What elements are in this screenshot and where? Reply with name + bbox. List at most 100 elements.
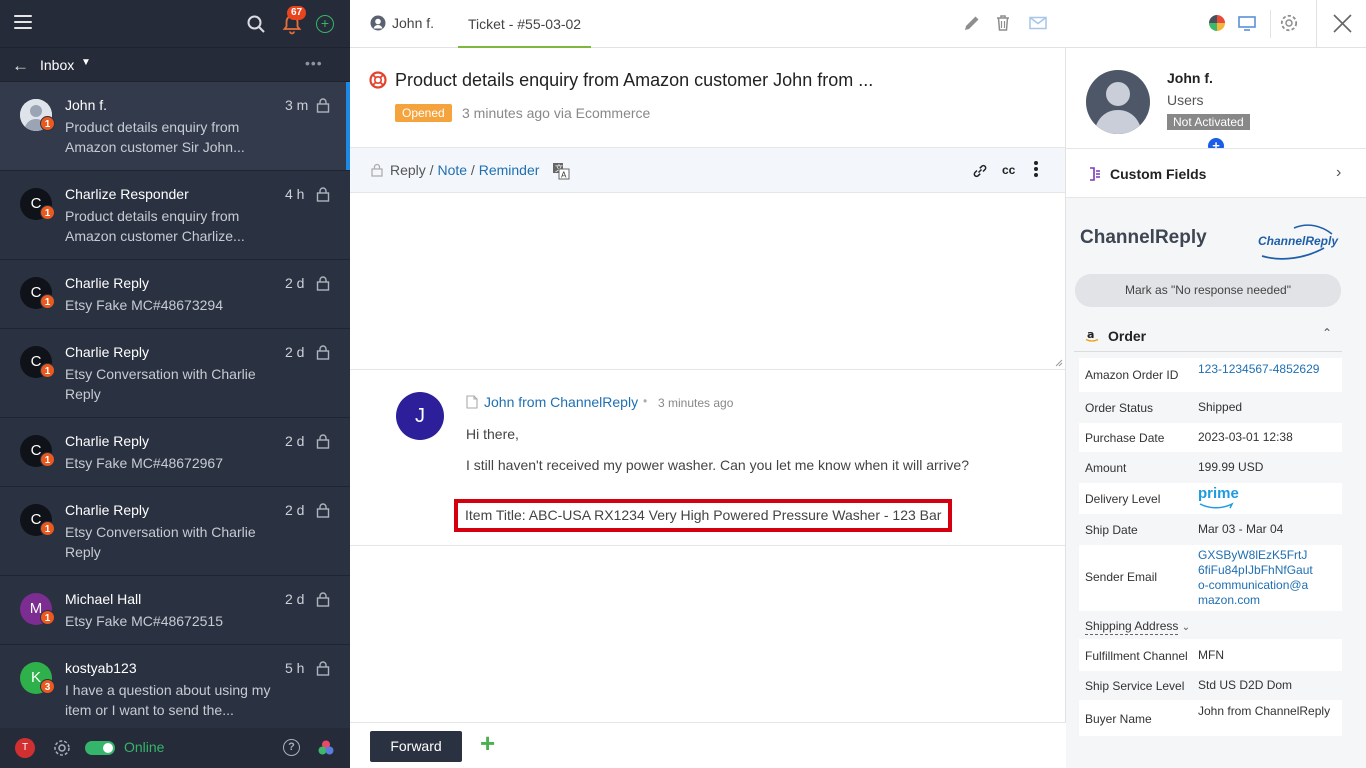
sender-email-link[interactable]: GXSByW8lEzK5FrtJ6fiFu84pIJbFhNfGauto-com… [1193, 545, 1342, 611]
order-section-header[interactable]: a Order ⌃ [1074, 316, 1342, 352]
tab-ticket[interactable]: Ticket - #55-03-02 [458, 0, 592, 48]
reply-editor[interactable] [350, 193, 1065, 370]
lock-icon[interactable] [316, 275, 330, 291]
resize-handle-icon[interactable] [1055, 359, 1063, 367]
mark-no-response-button[interactable]: Mark as "No response needed" [1075, 274, 1341, 307]
reminder-tab[interactable]: Reminder [479, 162, 540, 178]
conversation-item[interactable]: C 1 Charlie Reply 2 d Etsy Fake MC#48672… [0, 418, 350, 487]
conversation-preview: Product details enquiry from Amazon cust… [65, 119, 245, 155]
user-placeholder-icon [1086, 70, 1150, 134]
inbox-bar: ← Inbox ▼ ••• [0, 48, 350, 82]
separator: / [467, 162, 479, 178]
inbox-selector[interactable]: Inbox [40, 57, 74, 73]
lock-icon[interactable] [316, 186, 330, 202]
svg-text:a: a [1087, 328, 1094, 341]
customer-info-panel: John f. Users Not Activated + Custom Fie… [1066, 48, 1366, 768]
back-arrow-icon[interactable]: ← [12, 56, 29, 76]
user-name[interactable]: John f. [1167, 70, 1213, 86]
reply-toolbar: Reply / Note / Reminder 文A cc [350, 148, 1065, 193]
menu-icon[interactable] [14, 15, 32, 29]
lock-icon[interactable] [316, 591, 330, 607]
online-status-label: Online [124, 739, 165, 755]
conversation-sidebar: 67 + ← Inbox ▼ ••• 1 John f. 3 m Product… [0, 0, 350, 768]
conversation-item[interactable]: C 1 Charlie Reply 2 d Etsy Fake MC#48673… [0, 260, 350, 329]
row-key: Ship Service Level [1085, 679, 1185, 693]
lock-icon[interactable] [316, 344, 330, 360]
lifebuoy-icon [369, 71, 387, 89]
ticket-subtitle: 3 minutes ago via Ecommerce [462, 105, 651, 121]
channelreply-logo: ChannelReply [1254, 222, 1340, 262]
online-toggle[interactable] [85, 741, 115, 755]
tab-user[interactable]: John f. [370, 15, 434, 31]
cc-button[interactable]: cc [1002, 163, 1015, 177]
reply-tab[interactable]: Reply [390, 162, 426, 178]
document-icon [466, 395, 478, 409]
shipping-address-label: Shipping Address [1085, 619, 1179, 635]
trash-icon[interactable] [993, 13, 1013, 33]
mail-icon[interactable] [1028, 13, 1048, 33]
close-icon [1333, 14, 1352, 33]
ticket-bottom-bar: Forward + [350, 722, 1066, 768]
conversation-preview: Etsy Conversation with Charlie Reply [65, 524, 256, 560]
row-value: Mar 03 - Mar 04 [1198, 522, 1284, 536]
toolbar-divider [1270, 10, 1271, 38]
conversation-time: 2 d [285, 502, 305, 518]
caret-down-icon[interactable]: ▼ [81, 57, 91, 68]
apps-icon[interactable] [317, 739, 335, 757]
conversation-time: 2 d [285, 433, 305, 449]
lock-icon[interactable] [316, 97, 330, 113]
current-user-avatar[interactable]: T [15, 738, 35, 758]
conversation-preview: Etsy Fake MC#48673294 [65, 297, 223, 313]
conversation-name: Charlie Reply [65, 502, 150, 518]
shipping-address-toggle[interactable]: Shipping Address ⌄ [1079, 611, 1279, 639]
order-details-table: Amazon Order ID 123-1234567-4852629 Order… [1079, 358, 1342, 736]
row-key: Purchase Date [1085, 431, 1165, 445]
conversation-item[interactable]: C 1 Charlie Reply 2 d Etsy Conversation … [0, 487, 350, 576]
separator-dot: • [643, 394, 648, 408]
edit-icon[interactable] [962, 13, 982, 33]
lock-icon[interactable] [316, 433, 330, 449]
conversation-item[interactable]: C 1 Charlie Reply 2 d Etsy Conversation … [0, 329, 350, 418]
order-id-link[interactable]: 123-1234567-4852629 [1193, 358, 1342, 392]
conversation-item[interactable]: M 1 Michael Hall 2 d Etsy Fake MC#486725… [0, 576, 350, 645]
sidebar-footer: T Online ? [0, 728, 350, 768]
lock-icon[interactable] [316, 502, 330, 518]
channelreply-header: ChannelReply ChannelReply [1066, 198, 1366, 272]
conversation-item[interactable]: C 1 Charlize Responder 4 h Product detai… [0, 171, 350, 260]
sender-name[interactable]: John from ChannelReply [484, 394, 638, 410]
new-conversation-icon[interactable]: + [316, 15, 334, 33]
help-icon[interactable]: ? [283, 739, 300, 756]
conversation-item[interactable]: 1 John f. 3 m Product details enquiry fr… [0, 82, 350, 171]
close-button[interactable] [1316, 0, 1366, 48]
translate-icon[interactable]: 文A [552, 162, 570, 180]
add-icon[interactable]: + [480, 728, 495, 759]
more-vertical-icon[interactable] [1034, 161, 1040, 181]
row-value: Std US D2D Dom [1198, 678, 1293, 692]
message-item: J John from ChannelReply • 3 minutes ago… [350, 370, 1065, 546]
row-key: Amount [1085, 461, 1127, 475]
ticket-panel: Product details enquiry from Amazon cust… [350, 48, 1066, 768]
row-value: MFN [1198, 648, 1224, 662]
unread-badge: 1 [40, 610, 55, 625]
notification-badge: 67 [287, 6, 307, 20]
unread-badge: 1 [40, 205, 55, 220]
conversation-name: Michael Hall [65, 591, 142, 607]
status-badge[interactable]: Opened [395, 104, 452, 122]
gear-icon[interactable] [1279, 13, 1299, 33]
pie-chart-icon[interactable] [1207, 13, 1227, 33]
activation-badge: Not Activated [1167, 114, 1250, 130]
conversation-time: 2 d [285, 275, 305, 291]
lock-icon[interactable] [316, 660, 330, 676]
prime-text: prime [1198, 485, 1239, 502]
monitor-icon[interactable] [1237, 13, 1257, 33]
user-avatar [1086, 70, 1150, 134]
forward-button[interactable]: Forward [370, 731, 462, 762]
search-icon[interactable] [246, 14, 266, 34]
reply-mode-selector: Reply / Note / Reminder [390, 162, 539, 178]
note-tab[interactable]: Note [437, 162, 467, 178]
conversation-item[interactable]: K 3 kostyab123 5 h I have a question abo… [0, 645, 350, 734]
more-options-icon[interactable]: ••• [305, 55, 323, 71]
link-icon[interactable] [972, 163, 988, 179]
settings-icon[interactable] [53, 739, 71, 757]
custom-fields-row[interactable]: Custom Fields › [1066, 148, 1366, 198]
